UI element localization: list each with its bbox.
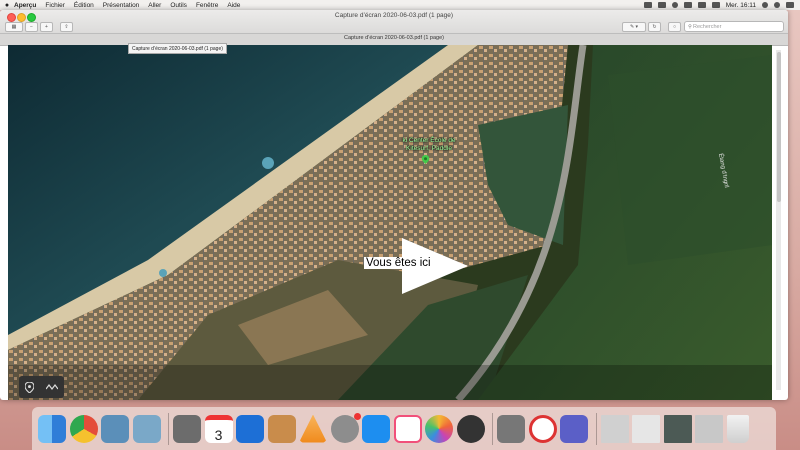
location-pin-icon[interactable] — [421, 155, 430, 164]
battery-icon[interactable] — [711, 2, 720, 8]
window-thumb-2-icon[interactable] — [632, 414, 660, 443]
app-store-icon[interactable] — [362, 414, 390, 443]
menu-app-name[interactable]: Aperçu — [14, 2, 36, 9]
user-avatar-icon[interactable] — [774, 2, 780, 8]
markup-button[interactable]: ✎ ▾ — [622, 22, 646, 32]
vlc-icon[interactable] — [299, 414, 327, 443]
title-tooltip: Capture d’écran 2020-06-03.pdf (1 page) — [128, 43, 227, 54]
window-thumb-3-icon[interactable] — [663, 414, 692, 443]
rotate-icon: ↻ — [652, 24, 657, 30]
dock-separator — [492, 412, 493, 445]
dock: 3 — [32, 407, 776, 450]
bluetooth-icon[interactable] — [671, 2, 678, 8]
title-bar: Capture d’écran 2020-06-03.pdf (1 page) … — [0, 10, 788, 34]
trash-icon[interactable] — [726, 414, 749, 443]
dock-separator — [168, 412, 169, 445]
search-field[interactable]: ⚲ Rechercher — [684, 21, 784, 32]
menu-edit[interactable]: Édition — [74, 2, 94, 9]
notification-badge — [353, 412, 361, 420]
clock-text[interactable]: Mer. 16:11 — [726, 2, 756, 9]
location-icon[interactable] — [25, 381, 34, 393]
calendar-icon[interactable]: 3 — [204, 414, 233, 443]
sidebar-icon: ▦ — [11, 24, 17, 30]
route-icon[interactable] — [46, 383, 58, 391]
chrome-icon[interactable] — [69, 414, 98, 443]
menu-view[interactable]: Présentation — [103, 2, 140, 9]
zoom-in-button[interactable]: + — [40, 22, 53, 32]
status-area: Mer. 16:11 — [643, 2, 800, 9]
menu-go[interactable]: Aller — [148, 2, 161, 9]
aerial-photo — [8, 45, 772, 400]
satellite-image: ki Center École de Kitesurf, Paddle Étan… — [8, 45, 772, 400]
notification-center-icon[interactable] — [786, 2, 794, 8]
zoom-out-button[interactable]: − — [25, 22, 38, 32]
book-icon[interactable] — [267, 414, 296, 443]
menu-tools[interactable]: Outils — [170, 2, 187, 9]
annotate-icon: ○ — [672, 24, 677, 30]
wifi-icon[interactable] — [683, 2, 692, 8]
scrollbar-thumb[interactable] — [776, 52, 781, 202]
photos-icon[interactable] — [425, 414, 453, 443]
teams-icon[interactable] — [560, 414, 588, 443]
camera-icon[interactable] — [173, 414, 201, 443]
dock-separator — [595, 412, 597, 445]
calculator-icon[interactable] — [497, 414, 525, 443]
poi-name: ki Center École de Kitesurf, Paddle — [402, 137, 456, 152]
share-icon: ⇧ — [64, 24, 69, 30]
window-title: Capture d’écran 2020-06-03.pdf (1 page) — [334, 12, 454, 19]
menu-help[interactable]: Aide — [227, 2, 240, 9]
volume-icon[interactable] — [697, 2, 706, 8]
annotate-button[interactable]: ○ — [668, 22, 681, 32]
sidebar-toggle-button[interactable]: ▦ — [5, 22, 23, 32]
dropbox-icon[interactable] — [643, 2, 652, 8]
music-icon[interactable] — [393, 414, 422, 443]
menu-file[interactable]: Fichier — [45, 2, 65, 9]
vertical-scrollbar[interactable] — [776, 50, 781, 390]
calendar-day: 3 — [214, 426, 223, 443]
pen-icon: ✎ ▾ — [629, 24, 639, 30]
search-placeholder: Rechercher — [693, 23, 722, 30]
share-button[interactable]: ⇧ — [60, 22, 73, 32]
rotate-button[interactable]: ↻ — [648, 22, 661, 32]
finder-icon[interactable] — [38, 414, 66, 443]
document-tab[interactable]: Capture d’écran 2020-06-03.pdf (1 page) — [0, 35, 788, 41]
menu-window[interactable]: Fenêtre — [196, 2, 218, 9]
zoom-in-icon: + — [45, 24, 48, 30]
you-are-here-annotation: Vous êtes ici — [364, 257, 433, 269]
map-controls — [19, 376, 64, 398]
apple-menu-icon[interactable]: ● — [0, 2, 14, 9]
window-thumb-4-icon[interactable] — [695, 414, 723, 443]
system-preferences-icon[interactable] — [330, 412, 361, 443]
menu-bar: ● Aperçu Fichier Édition Présentation Al… — [0, 0, 800, 10]
window-thumb-1-icon[interactable] — [600, 414, 629, 443]
ccleaner-icon[interactable] — [528, 414, 557, 443]
compass-icon[interactable] — [456, 414, 485, 443]
preview-window: Capture d’écran 2020-06-03.pdf (1 page) … — [0, 10, 788, 400]
app-status-icon[interactable] — [657, 2, 666, 8]
zoom-out-icon: − — [30, 24, 33, 30]
bird-icon[interactable] — [236, 414, 264, 443]
spotlight-icon[interactable] — [762, 2, 768, 8]
preview-icon[interactable] — [101, 414, 129, 443]
poi-label[interactable]: ki Center École de Kitesurf, Paddle — [394, 137, 464, 153]
image-capture-icon[interactable] — [132, 414, 161, 443]
